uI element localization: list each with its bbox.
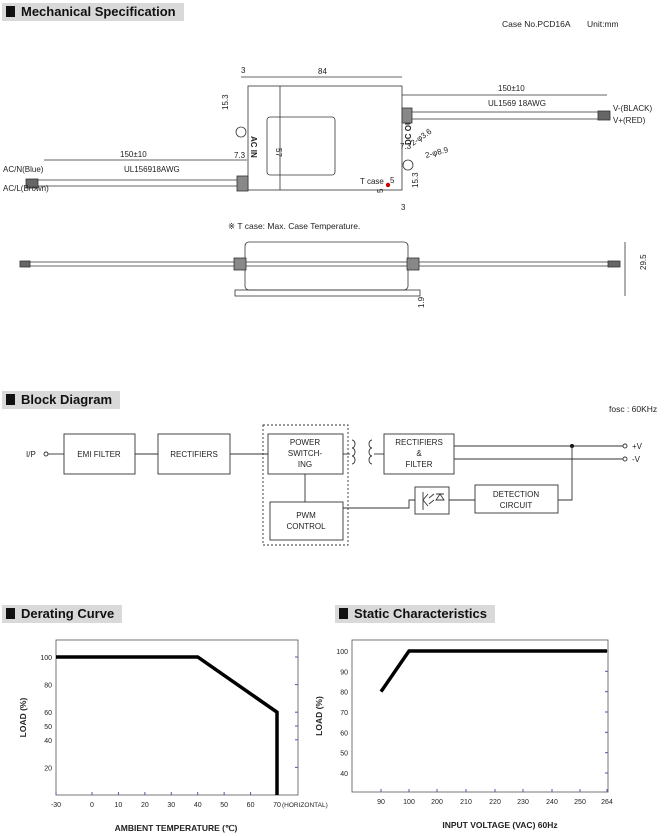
y-tick-label: 40 xyxy=(44,738,52,745)
x-axis-suffix: (HORIZONTAL) xyxy=(282,802,328,809)
x-tick-label: 90 xyxy=(377,799,385,806)
datasheet-page: Mechanical Specification Block Diagram D… xyxy=(0,0,670,836)
ac-n-blue: AC/N(Blue) xyxy=(3,165,44,174)
hole-large-dim: 2-φ8.9 xyxy=(424,145,449,160)
label-area xyxy=(266,116,336,176)
optocoupler-icon xyxy=(414,486,450,515)
dim-15-3-right: 15.3 xyxy=(411,172,420,188)
input-wire-spec: UL156918AWG xyxy=(124,165,180,174)
x-tick-label: 264 xyxy=(601,799,613,806)
fosc-label: fosc : 60KHz xyxy=(609,404,657,414)
output-wire-length: 150±10 xyxy=(498,84,525,93)
dim-5-a: 5 xyxy=(390,176,395,185)
dim-1-9: 1.9 xyxy=(417,296,426,308)
derating-line xyxy=(56,655,279,795)
y-tick-label: 60 xyxy=(44,710,52,717)
y-tick-label: 50 xyxy=(44,724,52,731)
detect-label-2: CIRCUIT xyxy=(500,501,533,510)
ip-label: I/P xyxy=(26,450,36,459)
x-tick-label: 250 xyxy=(574,799,586,806)
drawing-canvas: Case No.PCD16A Unit:mm 84 3 15.3 7.3 57 … xyxy=(3,19,657,833)
plot-frame xyxy=(55,639,299,796)
y-tick-label: 40 xyxy=(340,771,348,778)
y-tick-label: 100 xyxy=(336,649,348,656)
x-tick-label: 20 xyxy=(141,802,149,809)
y-tick-label: 100 xyxy=(40,655,52,662)
x-tick-label: 240 xyxy=(546,799,558,806)
dim-3-bottom: 3 xyxy=(401,203,406,212)
x-tick-label: 0 xyxy=(90,802,94,809)
derating-chart: -30 0 10 20 30 40 50 60 70 20 40 50 60 80 100 AMBIENT T… xyxy=(18,639,328,833)
y-tick-label: 80 xyxy=(44,683,52,690)
emi-filter-label: EMI FILTER xyxy=(77,450,121,459)
dim-5-b: 5 xyxy=(376,188,385,193)
pwm-label-1: PWM xyxy=(296,511,316,520)
ac-in-label: AC IN xyxy=(249,136,258,158)
x-axis-label: AMBIENT TEMPERATURE (℃) xyxy=(115,823,238,833)
y-tick-label: 90 xyxy=(340,669,348,676)
power-label-3: ING xyxy=(298,460,312,469)
ac-l-brown: AC/L(Brown) xyxy=(3,184,49,193)
y-tick-label: 50 xyxy=(340,751,348,758)
y-tick-label: 70 xyxy=(340,710,348,717)
tcase-note: ※ T case: Max. Case Temperature. xyxy=(228,221,360,231)
detect-label-1: DETECTION xyxy=(493,490,539,499)
rect2-label-1: RECTIFIERS xyxy=(395,438,443,447)
x-tick-label: 50 xyxy=(220,802,228,809)
block-diagram: fosc : 60KHz I/P EMI FILTER RECTIFIERS P… xyxy=(26,404,657,546)
dim-84: 84 xyxy=(318,67,327,76)
case-outline xyxy=(247,85,403,191)
dim-3-top: 3 xyxy=(241,66,246,75)
case-number: Case No.PCD16A xyxy=(502,19,571,29)
y-tick-label: 80 xyxy=(340,690,348,697)
unit-label: Unit:mm xyxy=(587,19,619,29)
dim-7-3-right: 7.3 xyxy=(400,142,412,151)
x-tick-label: 70 xyxy=(273,802,281,809)
mechanical-side-view: 29.5 1.9 xyxy=(19,241,648,308)
dim-29-5: 29.5 xyxy=(639,254,648,270)
rect2-label-3: FILTER xyxy=(406,460,433,469)
x-tick-label: 40 xyxy=(194,802,202,809)
v-minus-black: V-(BLACK) xyxy=(613,104,652,113)
plus-v-label: +V xyxy=(632,442,643,451)
input-wire-length: 150±10 xyxy=(120,150,147,159)
dim-15-3-left: 15.3 xyxy=(221,94,230,110)
pwm-control-block xyxy=(269,501,344,541)
x-tick-label: 30 xyxy=(167,802,175,809)
plot-frame xyxy=(351,639,609,793)
load-line xyxy=(379,649,607,693)
x-tick-label: 200 xyxy=(431,799,443,806)
rectifiers-label: RECTIFIERS xyxy=(170,450,218,459)
y-axis-label: LOAD (%) xyxy=(18,698,28,738)
power-label-1: POWER xyxy=(290,438,320,447)
tcase-label: T case xyxy=(360,177,384,186)
minus-v-label: -V xyxy=(632,455,641,464)
rect2-label-2: & xyxy=(416,449,422,458)
x-tick-label: 210 xyxy=(460,799,472,806)
x-tick-label: -30 xyxy=(51,802,61,809)
y-axis-label: LOAD (%) xyxy=(314,696,324,736)
power-label-2: SWITCH- xyxy=(288,449,323,458)
output-wire-spec: UL1569 18AWG xyxy=(488,99,546,108)
y-tick-label: 60 xyxy=(340,730,348,737)
dim-7-3-left: 7.3 xyxy=(234,151,246,160)
y-tick-label: 20 xyxy=(44,765,52,772)
dim-57: 57 xyxy=(274,148,283,157)
static-chart: 90 100 200 210 220 230 240 250 264 40 50 60 70 80 90 10… xyxy=(314,639,613,830)
mechanical-top-view: Case No.PCD16A Unit:mm 84 3 15.3 7.3 57 … xyxy=(3,19,652,231)
x-tick-label: 230 xyxy=(517,799,529,806)
x-tick-label: 100 xyxy=(403,799,415,806)
v-plus-red: V+(RED) xyxy=(613,116,646,125)
x-tick-label: 60 xyxy=(247,802,255,809)
pwm-label-2: CONTROL xyxy=(286,522,326,531)
x-tick-label: 10 xyxy=(115,802,123,809)
x-axis-label: INPUT VOLTAGE (VAC) 60Hz xyxy=(442,820,557,830)
x-tick-label: 220 xyxy=(489,799,501,806)
transformer-icon xyxy=(351,439,373,465)
